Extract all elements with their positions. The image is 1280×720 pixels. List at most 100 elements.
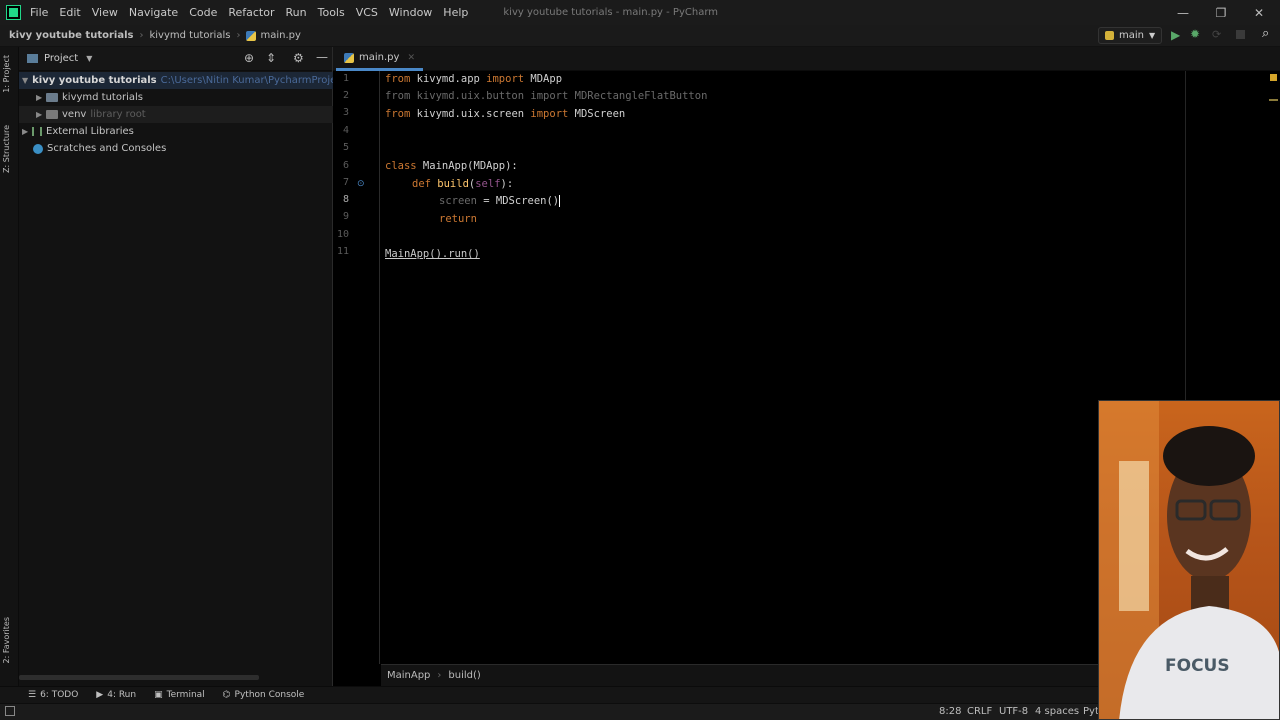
code-editor[interactable]: from kivymd.app import MDApp from kivymd… [381,71,1186,664]
warning-marker[interactable] [1269,99,1278,101]
menu-window[interactable]: Window [389,6,432,19]
crumb-class[interactable]: MainApp [387,670,430,681]
menu-edit[interactable]: Edit [59,6,80,19]
folder-icon [46,93,58,102]
webcam-person-image: FOCUS [1099,401,1279,719]
left-tool-stripe: 1: Project Z: Structure 2: Favorites [0,47,19,686]
code-line-2: from kivymd.uix.button import MDRectangl… [385,88,707,105]
function-name: build [430,178,469,190]
run-configuration-select[interactable]: main ▼ [1098,27,1163,44]
self-param: self [475,178,501,190]
file-encoding[interactable]: UTF-8 [999,706,1028,717]
editor-tab-main-py[interactable]: main.py ✕ [336,47,423,71]
project-view-icon [27,54,38,63]
code-line-11: MainApp().run() [385,246,480,263]
tree-row-root[interactable]: ▼ kivy youtube tutorials C:\Users\Nitin … [19,72,333,89]
menu-run[interactable]: Run [286,6,307,19]
line-number: 1 [342,73,349,84]
terminal-tab-label: Terminal [166,690,205,700]
minimize-button[interactable]: — [1164,0,1202,25]
title-bar: File Edit View Navigate Code Refactor Ru… [0,0,1280,25]
line-number-gutter: 1 2 3 4 5 6 7 8 9 10 11 ⊙ [333,71,380,664]
warning-icon[interactable] [1270,74,1277,81]
tree-row-scratches[interactable]: Scratches and Consoles [19,140,333,157]
run-icon: ▶ [96,690,104,700]
bottom-tool-bar: ☰ 6: TODO ▶ 4: Run ▣ Terminal ⌬ Python Conso… [0,686,1280,703]
search-icon[interactable]: ⌕ [1262,26,1269,41]
hide-panel-icon[interactable]: — [316,50,328,64]
menu-help[interactable]: Help [443,6,468,19]
menu-tools[interactable]: Tools [318,6,345,19]
line-separator[interactable]: CRLF [967,706,992,717]
menu-refactor[interactable]: Refactor [228,6,274,19]
collapsed-arrow-icon[interactable]: ▶ [36,110,46,119]
code-line-3: from kivymd.uix.screen import MDScreen [385,106,625,123]
root-project-name: kivy youtube tutorials [32,75,157,86]
unused-variable: screen [439,195,477,207]
caret-position[interactable]: 8:28 [939,706,961,717]
run-tab-label: 4: Run [107,690,137,700]
line-number: 3 [342,107,349,118]
expanded-arrow-icon[interactable]: ▼ [22,76,28,85]
code-line-1: from kivymd.app import MDApp [385,71,562,88]
collapsed-arrow-icon[interactable]: ▶ [36,93,46,102]
menu-code[interactable]: Code [189,6,217,19]
menu-view[interactable]: View [92,6,118,19]
locate-icon[interactable]: ⊕ [244,51,254,65]
breadcrumb-project[interactable]: kivy youtube tutorials [9,30,133,41]
menu-navigate[interactable]: Navigate [129,6,178,19]
chevron-down-icon[interactable]: ▼ [86,54,92,63]
line-number: 5 [342,142,349,153]
code-text: = MDScreen() [476,195,560,207]
debug-icon[interactable]: ✹ [1190,27,1200,41]
structure-tool-tab[interactable]: Z: Structure [2,125,11,173]
menu-file[interactable]: File [30,6,48,19]
python-console-icon: ⌬ [222,690,231,700]
close-button[interactable]: ✕ [1240,0,1278,25]
navigation-bar: kivy youtube tutorials › kivymd tutorial… [0,25,1280,47]
crumb-method[interactable]: build() [448,670,480,681]
tree-row-external-libraries[interactable]: ▶ External Libraries [19,123,333,140]
code-text: MDScreen [568,108,626,120]
line-number: 2 [342,90,349,101]
run-config-label: main [1119,30,1144,41]
breadcrumb-separator: › [236,30,241,41]
maximize-button[interactable]: ❐ [1202,0,1240,25]
indent-setting[interactable]: 4 spaces [1035,706,1079,717]
collapsed-arrow-icon[interactable]: ▶ [22,127,32,136]
python-console-tool-tab[interactable]: ⌬ Python Console [223,690,305,700]
breadcrumb-folder[interactable]: kivymd tutorials [149,30,230,41]
breadcrumb-file[interactable]: main.py [260,30,300,41]
scratches-icon [33,143,43,154]
stop-icon[interactable] [1236,30,1245,39]
close-tab-icon[interactable]: ✕ [407,53,415,63]
override-marker-icon[interactable]: ⊙ [357,179,365,189]
project-tool-tab[interactable]: 1: Project [2,55,11,93]
line-number: 11 [336,246,349,257]
menu-vcs[interactable]: VCS [356,6,378,19]
gear-icon[interactable]: ⚙ [293,51,304,65]
coverage-icon[interactable]: ⟳ [1212,28,1221,41]
keyword: class [385,160,417,172]
horizontal-scrollbar[interactable] [19,675,259,680]
shirt-print: FOCUS [1165,656,1230,676]
tree-row-kivymd-tutorials[interactable]: ▶ kivymd tutorials [19,89,333,106]
keyword: import [486,73,525,85]
toggle-tool-windows-icon[interactable] [5,706,15,716]
keyword: import [530,108,569,120]
code-text: MDApp [524,73,563,85]
todo-tool-tab[interactable]: ☰ 6: TODO [28,690,78,700]
tree-row-venv[interactable]: ▶ venv library root [19,106,333,123]
run-icon[interactable]: ▶ [1171,28,1180,42]
keyword: from [385,73,411,85]
code-text: MainApp(MDApp): [416,160,518,172]
project-panel-title[interactable]: Project [44,53,78,64]
favorites-tool-tab[interactable]: 2: Favorites [2,617,11,663]
collapse-all-icon[interactable]: ⇕ [266,51,276,65]
editor-tab-bar: main.py ✕ [333,47,1280,71]
tree-item-label: Scratches and Consoles [47,143,167,154]
terminal-tool-tab[interactable]: ▣ Terminal [154,690,205,700]
library-root-hint: library root [90,109,146,120]
run-tool-tab[interactable]: ▶ 4: Run [96,690,136,700]
project-panel: Project ▼ ⊕ ⇕ ⚙ — ▼ kivy youtube tutoria… [19,47,333,686]
